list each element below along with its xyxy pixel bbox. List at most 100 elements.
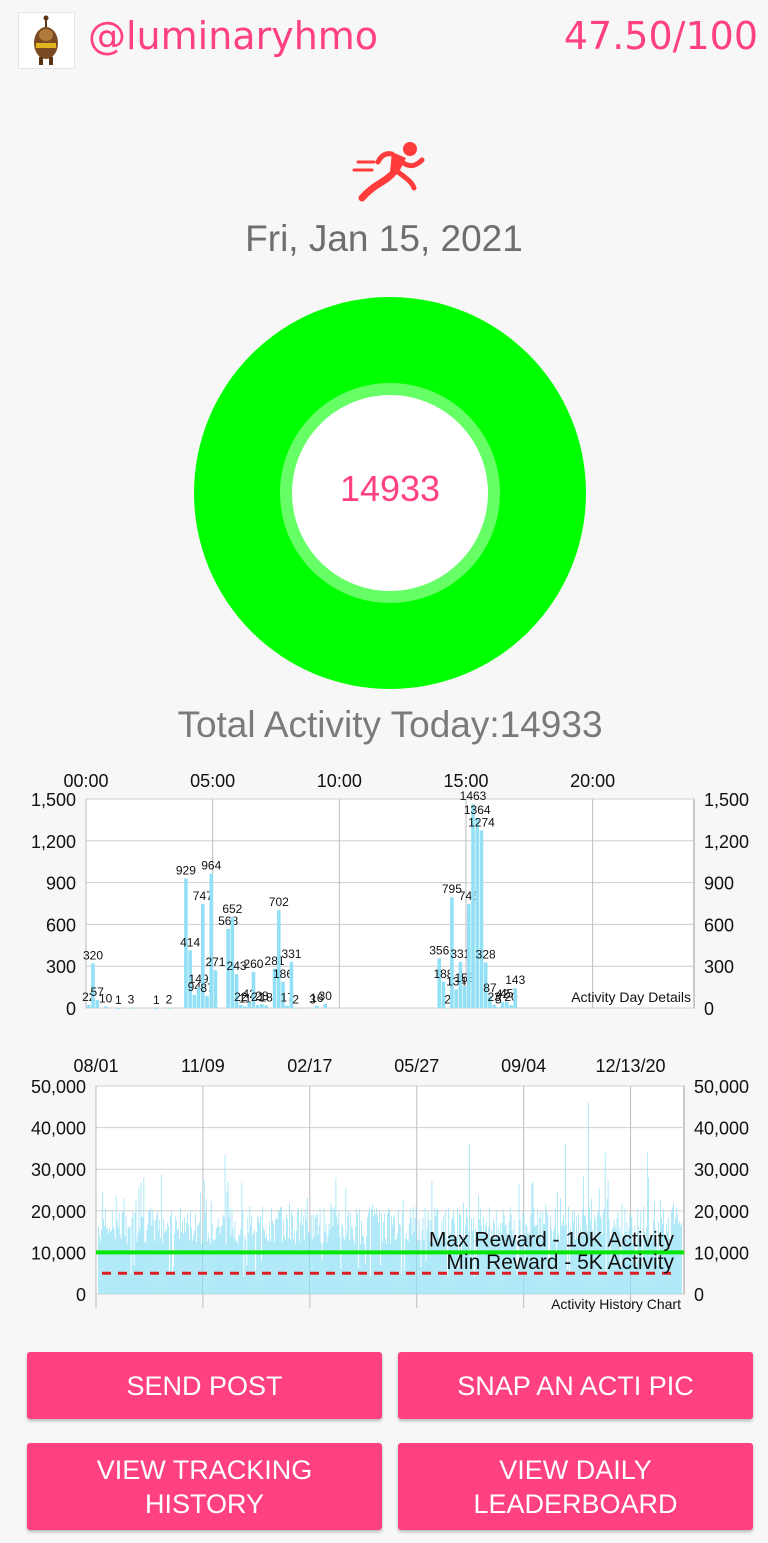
history-bar — [395, 1238, 397, 1294]
history-bar — [208, 1238, 210, 1294]
history-bar — [100, 1228, 102, 1294]
history-bar — [256, 1232, 258, 1294]
history-bar — [413, 1231, 415, 1294]
x-tick: 00:00 — [63, 771, 108, 791]
history-bar — [313, 1237, 315, 1294]
day-bar — [103, 1006, 108, 1008]
day-bar — [167, 1007, 171, 1009]
history-bar — [307, 1231, 309, 1294]
bar-value-label: 356 — [429, 943, 449, 957]
history-bar — [332, 1226, 334, 1294]
y-tick-left: 40,000 — [31, 1119, 86, 1139]
username: @luminaryhmo — [88, 14, 379, 58]
history-bar — [198, 1222, 200, 1294]
history-bar — [474, 1276, 475, 1294]
day-bar — [462, 985, 467, 1008]
history-bar — [170, 1216, 171, 1294]
view-tracking-history-button[interactable]: VIEW TRACKING HISTORY — [27, 1443, 382, 1530]
history-bar — [426, 1228, 428, 1294]
y-tick-left: 600 — [46, 915, 76, 935]
history-bar — [153, 1220, 155, 1294]
history-bar — [151, 1225, 153, 1294]
history-bar — [98, 1234, 100, 1294]
history-bar — [193, 1234, 194, 1294]
history-bar — [365, 1263, 366, 1294]
day-bar — [513, 988, 518, 1008]
bar-value-label: 964 — [201, 859, 221, 873]
history-bar — [258, 1217, 260, 1294]
history-bar — [230, 1235, 232, 1294]
history-bar — [165, 1229, 167, 1294]
day-bar — [475, 817, 480, 1008]
history-bar — [186, 1222, 187, 1294]
history-bar — [226, 1192, 228, 1294]
history-bar — [98, 1225, 99, 1294]
history-bar — [679, 1220, 680, 1294]
activity-day-chart: 0 0 300 300 600 600 900 900 1,200 1,200 1,500 1,500… — [0, 765, 768, 1040]
bar-value-label: 3 — [128, 993, 135, 1007]
day-bar — [154, 1007, 159, 1009]
history-bar — [222, 1214, 224, 1294]
history-bar — [336, 1217, 338, 1294]
bar-value-label: 271 — [205, 955, 225, 969]
history-bar — [335, 1177, 337, 1294]
bar-value-label: 143 — [505, 973, 525, 987]
history-bar — [363, 1235, 364, 1294]
history-bar — [113, 1229, 115, 1294]
history-bar — [249, 1205, 251, 1294]
history-bar — [674, 1224, 675, 1294]
send-post-button[interactable]: SEND POST — [27, 1352, 382, 1419]
history-bar — [128, 1226, 130, 1294]
history-bar — [411, 1234, 413, 1294]
history-bar — [261, 1260, 263, 1294]
history-bar — [247, 1217, 249, 1294]
bar-value-label: 414 — [180, 935, 200, 949]
history-bar — [339, 1236, 341, 1294]
y-tick-left: 900 — [46, 874, 76, 894]
history-bar — [103, 1225, 105, 1294]
history-bar — [199, 1192, 201, 1294]
history-bar — [268, 1241, 269, 1294]
history-bar — [269, 1222, 270, 1294]
history-bar — [189, 1240, 190, 1294]
snap-acti-pic-button[interactable]: SNAP AN ACTI PIC — [398, 1352, 753, 1419]
history-bar — [373, 1215, 374, 1294]
history-bar — [416, 1242, 418, 1294]
history-bar — [110, 1230, 112, 1294]
day-bar — [454, 989, 458, 1008]
y-tick-right: 0 — [694, 1285, 704, 1305]
history-bar — [516, 1274, 518, 1294]
history-bar — [176, 1220, 177, 1294]
robot-avatar-icon[interactable] — [18, 12, 75, 69]
y-tick-right: 900 — [704, 874, 734, 894]
history-bar — [447, 1276, 449, 1294]
history-bar — [251, 1215, 253, 1294]
history-bar — [270, 1241, 271, 1294]
history-bar — [101, 1192, 103, 1294]
history-bar — [160, 1237, 162, 1294]
history-bar — [678, 1224, 679, 1294]
history-bar — [408, 1224, 410, 1294]
history-bar — [284, 1236, 285, 1294]
day-bar — [509, 1005, 513, 1008]
history-bar — [385, 1238, 386, 1294]
history-bar — [245, 1239, 247, 1294]
history-bar — [314, 1217, 316, 1294]
history-bar — [372, 1204, 373, 1294]
history-bar — [133, 1266, 135, 1294]
day-bar — [471, 804, 475, 1008]
history-bar — [236, 1240, 238, 1294]
view-daily-leaderboard-button[interactable]: VIEW DAILY LEADERBOARD — [398, 1443, 753, 1530]
history-bar — [116, 1219, 118, 1294]
y-tick-right: 50,000 — [694, 1077, 749, 1097]
history-bar — [202, 1218, 204, 1294]
history-bar — [139, 1228, 141, 1294]
history-bar — [306, 1197, 308, 1294]
history-bar — [235, 1240, 237, 1294]
history-bar — [274, 1241, 275, 1294]
history-bar — [605, 1273, 607, 1294]
history-bar — [405, 1233, 407, 1294]
history-bar — [343, 1237, 345, 1294]
history-bar — [252, 1235, 254, 1294]
history-bar — [393, 1215, 395, 1294]
